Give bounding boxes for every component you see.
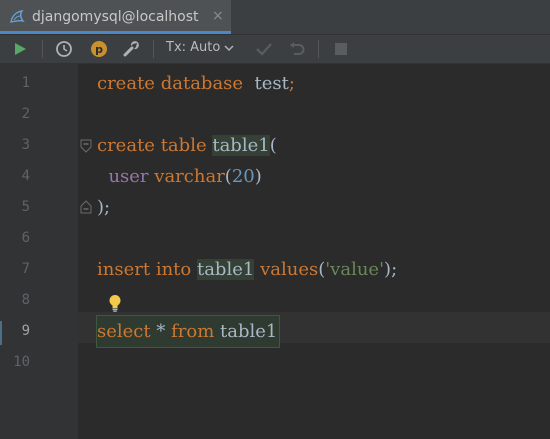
commit-button[interactable] xyxy=(253,39,275,59)
keyword: select xyxy=(97,321,151,342)
database-dolphin-icon xyxy=(8,8,26,26)
line-number-gutter: 1 2 3 4 5 6 7 8 9 10 xyxy=(0,64,78,439)
code-line-7: insert into table1 values('value'); xyxy=(97,254,397,285)
toolbar-separator xyxy=(42,40,43,58)
console-tab[interactable]: djangomysql@localhost × xyxy=(0,0,231,34)
keyword: database xyxy=(160,73,244,94)
editor-tab-bar: djangomysql@localhost × xyxy=(0,0,550,35)
semicolon: ; xyxy=(288,73,295,94)
stop-button[interactable] xyxy=(330,39,352,59)
caret-line-marker xyxy=(0,321,2,345)
identifier: table1 xyxy=(220,321,278,342)
paren: ( xyxy=(269,135,277,156)
identifier-usage-highlight: table1 xyxy=(196,259,255,280)
stop-icon xyxy=(334,42,348,56)
tab-title: djangomysql@localhost xyxy=(32,9,199,25)
column-name: user xyxy=(108,166,149,187)
code-line-3: create table table1( xyxy=(97,130,277,161)
wrench-icon xyxy=(122,40,140,58)
sql-editor[interactable]: create database test; create table table… xyxy=(78,64,550,439)
transaction-mode-dropdown[interactable]: Tx: Auto xyxy=(166,40,235,55)
line-number: 4 xyxy=(21,168,30,184)
keyword: insert xyxy=(97,259,151,280)
history-button[interactable] xyxy=(53,39,75,59)
fold-close-icon[interactable] xyxy=(80,199,92,214)
line-number: 2 xyxy=(21,106,30,122)
identifier-usage-highlight: table1 xyxy=(212,135,270,156)
keyword: values xyxy=(260,259,319,280)
close-tab-icon[interactable]: × xyxy=(212,8,224,24)
undo-icon xyxy=(288,40,306,58)
keyword: create xyxy=(97,73,155,94)
line-number: 7 xyxy=(21,261,30,277)
line-number: 9 xyxy=(21,323,30,339)
run-button[interactable] xyxy=(10,39,30,59)
line-number: 8 xyxy=(21,292,30,308)
fold-open-icon[interactable] xyxy=(80,138,92,153)
clock-icon xyxy=(55,40,73,58)
lightbulb-icon[interactable] xyxy=(108,294,122,312)
paren: ( xyxy=(224,166,232,187)
asterisk: * xyxy=(156,321,166,342)
keyword: from xyxy=(171,321,215,342)
code-line-4: user varchar(20) xyxy=(97,161,262,192)
profile-button[interactable]: p xyxy=(88,39,110,59)
paren: ); xyxy=(384,259,398,280)
p-badge-icon: p xyxy=(90,40,108,58)
console-toolbar: p Tx: Auto xyxy=(0,35,550,64)
run-icon xyxy=(13,42,27,56)
paren: ) xyxy=(254,166,262,187)
code-line-9: select * from table1 xyxy=(95,315,281,348)
keyword: create xyxy=(97,135,155,156)
code-line-1: create database test; xyxy=(97,68,295,99)
settings-button[interactable] xyxy=(120,39,142,59)
line-number: 3 xyxy=(21,137,30,153)
toolbar-separator xyxy=(318,40,319,58)
transaction-mode-label: Tx: Auto xyxy=(166,40,221,55)
line-number: 10 xyxy=(13,354,30,370)
rollback-button[interactable] xyxy=(286,39,308,59)
check-icon xyxy=(255,40,273,58)
data-type: varchar xyxy=(154,166,225,187)
database-console-window: djangomysql@localhost × p Tx: Auto 1 2 3… xyxy=(0,0,550,439)
code-line-5: ); xyxy=(97,192,110,223)
chevron-down-icon xyxy=(224,40,235,55)
statement-end: ); xyxy=(97,197,111,218)
keyword: into xyxy=(155,259,192,280)
line-number: 6 xyxy=(21,230,30,246)
string-literal: 'value' xyxy=(325,259,385,280)
svg-text:p: p xyxy=(95,43,103,56)
toolbar-separator xyxy=(153,40,154,58)
number: 20 xyxy=(231,166,255,187)
identifier: test xyxy=(254,73,289,94)
line-number: 5 xyxy=(21,199,30,215)
line-number: 1 xyxy=(21,75,30,91)
keyword: table xyxy=(160,135,207,156)
